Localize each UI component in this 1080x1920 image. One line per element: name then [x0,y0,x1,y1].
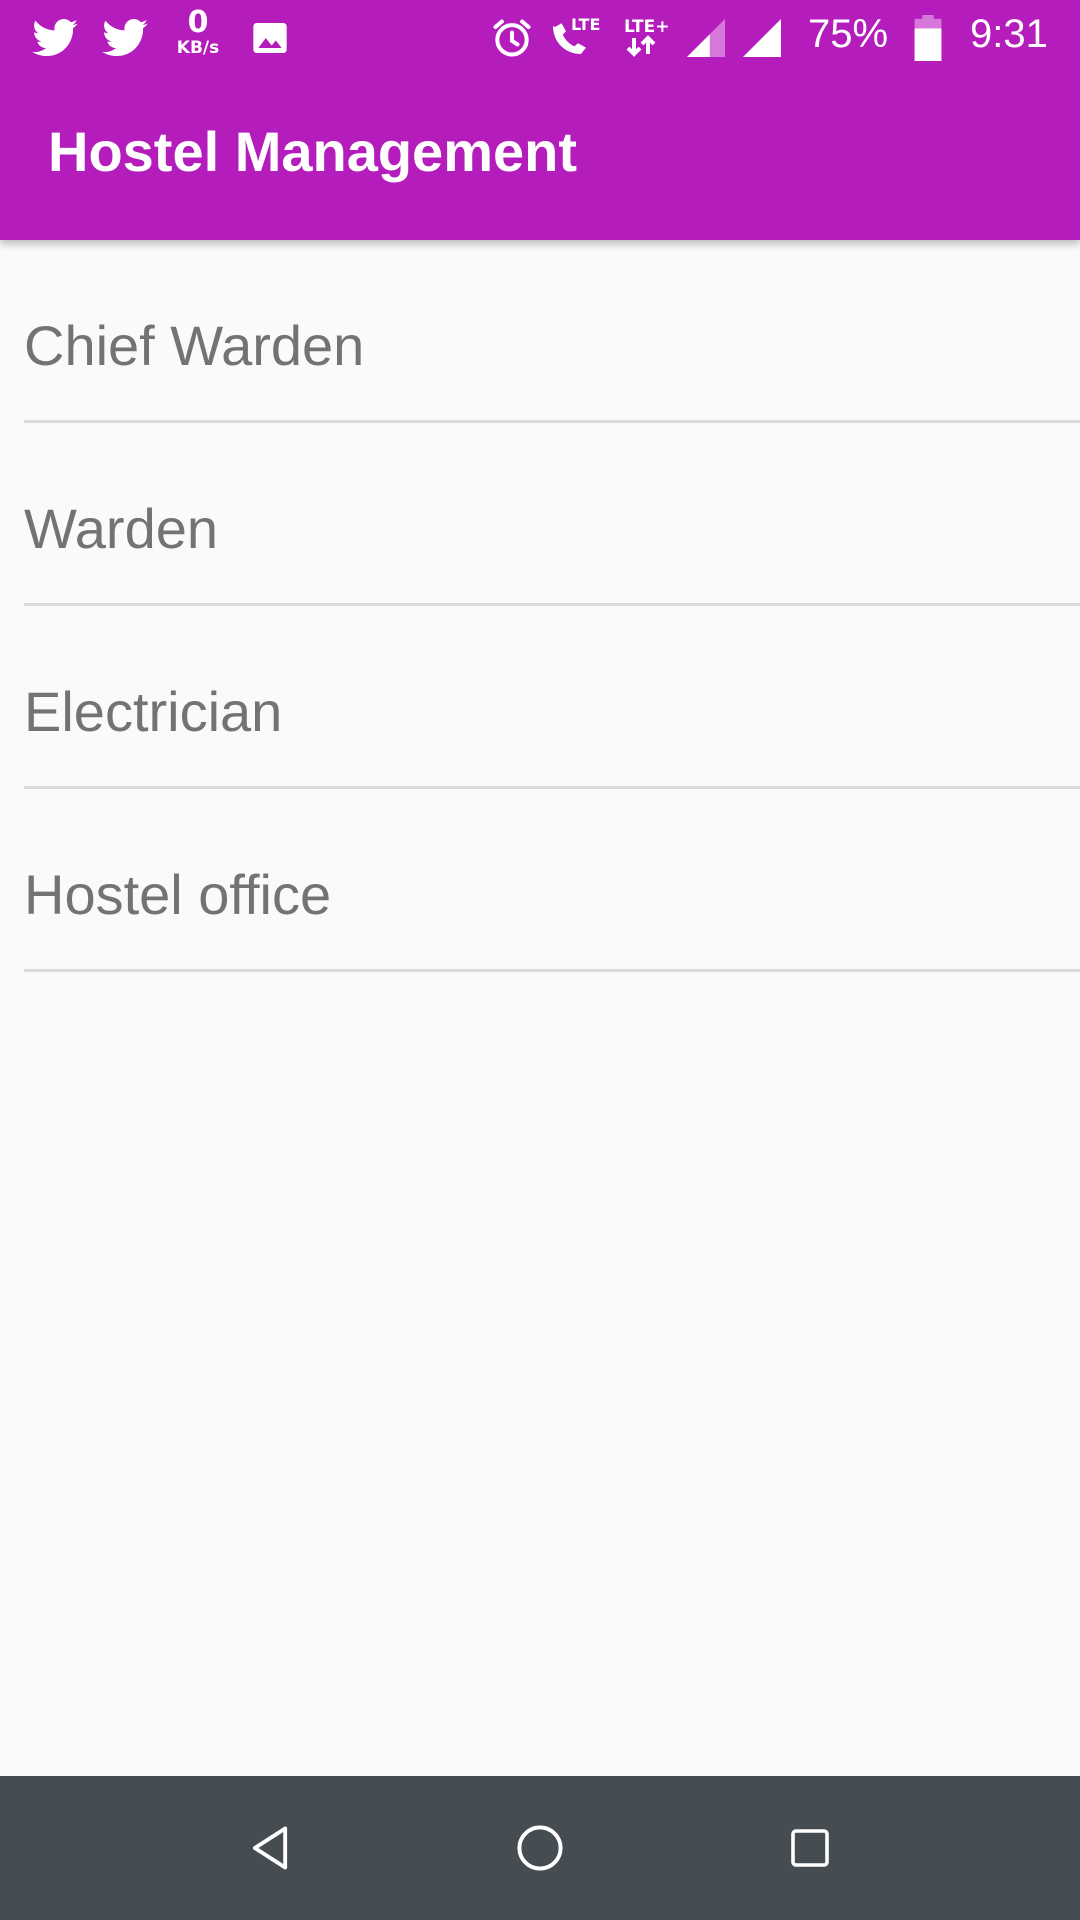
status-bar: 0 KB/s LTE LTE+ 75% 9:31 [0,0,1080,75]
network-speed-indicator: 0 KB/s [170,8,226,57]
top-bar: 0 KB/s LTE LTE+ 75% 9:31 Hostel Manageme… [0,0,1080,240]
list-item-warden[interactable]: Warden [24,423,1080,606]
list-item-hostel-office[interactable]: Hostel office [24,789,1080,972]
twitter-icon [100,10,150,65]
list-item-label: Chief Warden [24,314,365,377]
screen: 0 KB/s LTE LTE+ 75% 9:31 Hostel Manageme… [0,0,1080,1920]
app-title: Hostel Management [48,120,577,183]
lte-label: LTE [571,15,600,34]
network-speed-value: 0 [187,5,209,40]
list-item-label: Hostel office [24,863,332,926]
lte-plus-label: LTE+ [624,17,669,37]
clock: 9:31 [970,12,1048,56]
image-icon [248,10,292,65]
network-speed-unit: KB/s [176,38,220,58]
signal-icon [686,10,726,65]
twitter-icon [30,10,80,65]
list-item-chief-warden[interactable]: Chief Warden [24,240,1080,423]
list-item-electrician[interactable]: Electrician [24,606,1080,789]
navigation-bar [0,1776,1080,1920]
list-item-label: Warden [24,497,219,560]
list-item-label: Electrician [24,680,283,743]
recents-icon[interactable] [768,1806,852,1890]
contact-list: Chief Warden Warden Electrician Hostel o… [0,240,1080,972]
lte-plus-data-icon: LTE+ [620,10,676,65]
signal-icon [742,10,782,65]
alarm-icon [488,10,536,65]
battery-percent: 75% [808,12,889,56]
lte-call-icon: LTE [544,10,606,65]
home-icon[interactable] [498,1806,582,1890]
back-icon[interactable] [228,1806,312,1890]
battery-icon [910,10,946,65]
